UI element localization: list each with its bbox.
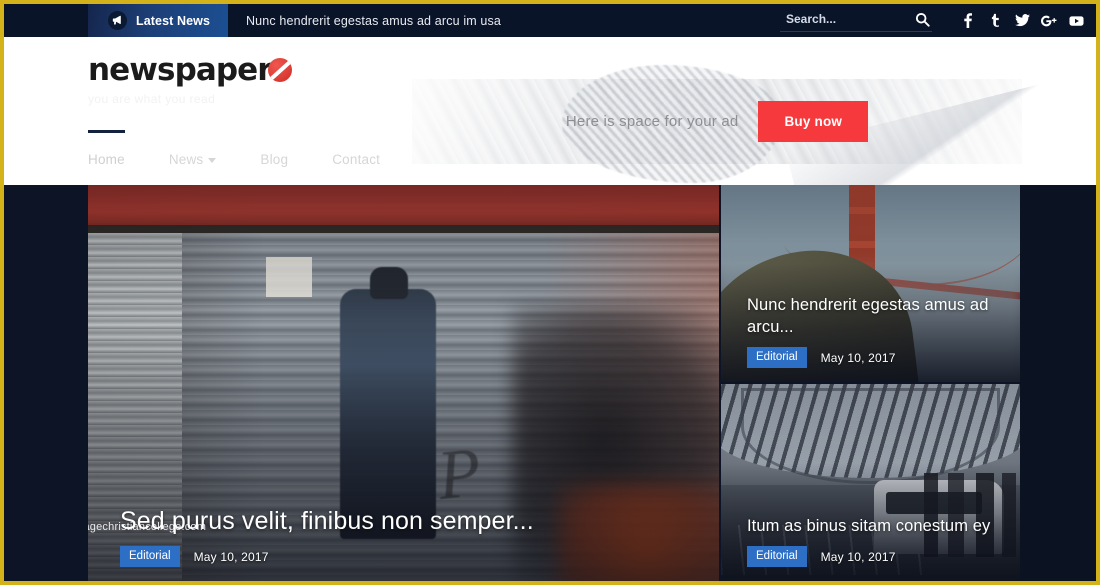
google-plus-icon[interactable]	[1041, 13, 1057, 29]
post-date: May 10, 2017	[193, 549, 269, 564]
site-header: newspaper you are what you read Here is …	[4, 37, 1096, 185]
hero-left-gutter	[4, 185, 88, 581]
featured-side-post-1[interactable]: Nunc hendrerit egestas amus ad arcu... E…	[721, 185, 1020, 382]
category-badge[interactable]: Editorial	[120, 546, 180, 567]
topbar-right-group	[780, 4, 1084, 37]
nav-item-home[interactable]: Home	[88, 152, 125, 167]
red-circle-slash-icon	[267, 58, 292, 82]
tumblr-icon[interactable]	[987, 13, 1003, 29]
site-logo[interactable]: newspaper you are what you read	[88, 55, 292, 106]
youtube-icon[interactable]	[1068, 13, 1084, 29]
nav-item-blog[interactable]: Blog	[260, 152, 288, 167]
side-post-1-caption: Nunc hendrerit egestas amus ad arcu... E…	[747, 294, 1002, 368]
nav-active-indicator	[88, 130, 125, 133]
featured-main-meta: Editorial May 10, 2017	[120, 546, 695, 567]
side-post-2-caption: Itum as binus sitam conestum ey Editoria…	[747, 515, 1002, 567]
logo-row: newspaper	[88, 55, 292, 86]
main-navigation: Home News Blog Contact	[88, 130, 1022, 185]
featured-side-post-2[interactable]: Itum as binus sitam conestum ey Editoria…	[721, 384, 1020, 581]
search-box[interactable]	[780, 10, 932, 32]
search-icon[interactable]	[915, 12, 930, 27]
logo-tagline: you are what you read	[88, 92, 216, 106]
social-links	[960, 13, 1084, 29]
logo-wordmark: newspaper	[88, 52, 273, 88]
chevron-down-icon	[208, 158, 217, 163]
post-date: May 10, 2017	[820, 549, 896, 564]
featured-main-title[interactable]: Sed purus velit, finibus non semper...	[120, 507, 695, 537]
facebook-icon[interactable]	[960, 13, 976, 29]
side-post-1-meta: Editorial May 10, 2017	[747, 347, 1002, 368]
browser-page: Latest News Nunc hendrerit egestas amus …	[0, 0, 1100, 585]
twitter-icon[interactable]	[1014, 13, 1030, 29]
nav-item-home-label: Home	[88, 152, 125, 167]
nav-item-contact-label: Contact	[332, 152, 381, 167]
side-post-2-meta: Editorial May 10, 2017	[747, 546, 1002, 567]
category-badge[interactable]: Editorial	[747, 546, 807, 567]
image-watermark: www.heritagechristiancollege.com	[88, 521, 207, 533]
search-input[interactable]	[780, 12, 900, 28]
featured-main-caption: Sed purus velit, finibus non semper... E…	[120, 507, 695, 567]
latest-news-label: Latest News	[136, 13, 211, 28]
post-date: May 10, 2017	[820, 350, 896, 365]
megaphone-icon	[108, 11, 127, 30]
nav-item-news[interactable]: News	[169, 152, 217, 167]
nav-item-news-label: News	[168, 152, 204, 167]
featured-posts-area: P www.heritagechristiancollege.com Sed p…	[4, 185, 1096, 581]
side-post-2-title[interactable]: Itum as binus sitam conestum ey	[747, 515, 1002, 537]
side-post-1-title[interactable]: Nunc hendrerit egestas amus ad arcu...	[747, 294, 1002, 338]
nav-item-blog-label: Blog	[260, 152, 289, 167]
ad-text: Here is space for your ad	[565, 113, 739, 130]
top-bar: Latest News Nunc hendrerit egestas amus …	[4, 4, 1096, 37]
latest-news-badge[interactable]: Latest News	[88, 4, 228, 37]
nav-list: Home News Blog Contact	[88, 152, 1022, 185]
news-ticker-text[interactable]: Nunc hendrerit egestas amus ad arcu im u…	[246, 14, 501, 28]
featured-main-post[interactable]: P www.heritagechristiancollege.com Sed p…	[88, 185, 719, 581]
featured-side-column: Nunc hendrerit egestas amus ad arcu... E…	[721, 185, 1020, 581]
nav-item-contact[interactable]: Contact	[332, 152, 380, 167]
hero-right-gutter	[1020, 185, 1096, 581]
category-badge[interactable]: Editorial	[747, 347, 807, 368]
buy-now-button[interactable]: Buy now	[758, 101, 869, 142]
